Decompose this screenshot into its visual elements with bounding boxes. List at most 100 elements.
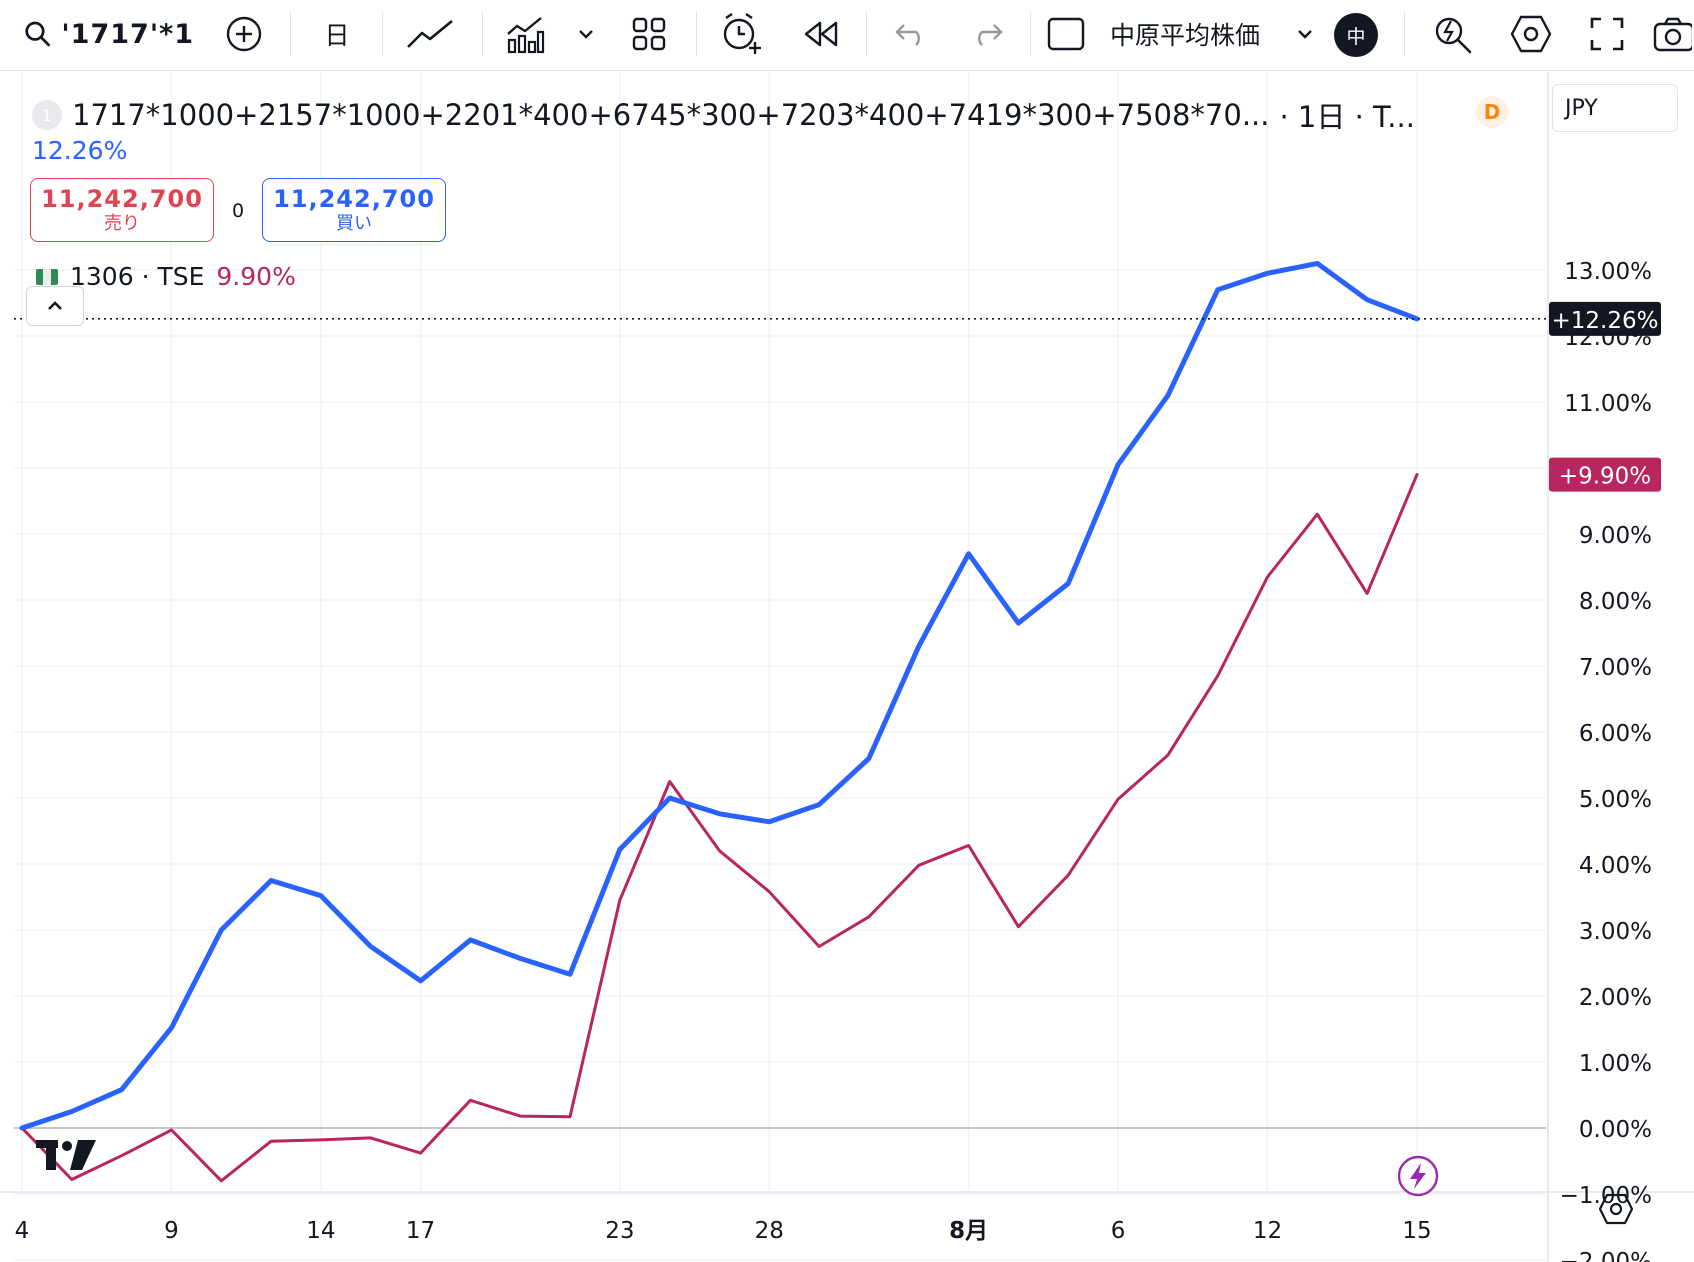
- compare-symbol: 1306 · TSE: [70, 262, 205, 291]
- screenshot-button[interactable]: [1652, 8, 1694, 60]
- buy-label: 買い: [336, 213, 372, 234]
- layout-checkbox[interactable]: [1044, 8, 1088, 60]
- toolbar-divider: [1404, 12, 1405, 56]
- last-value-label: +9.90%: [1559, 464, 1651, 490]
- toolbar-divider: [290, 12, 291, 56]
- camera-icon: [1653, 17, 1692, 52]
- delayed-data-badge[interactable]: D: [1476, 96, 1508, 128]
- avatar[interactable]: 中: [1334, 13, 1378, 57]
- price-axis: 13.00%12.00%11.00%10.00%9.00%8.00%7.00%6…: [1549, 259, 1661, 1262]
- layout-name: 中原平均株価: [1110, 21, 1261, 50]
- y-tick-label: 7.00%: [1579, 655, 1652, 681]
- search-icon: [25, 21, 51, 47]
- y-tick-label: −2.00%: [1560, 1249, 1652, 1262]
- buy-price: 11,242,700: [273, 185, 435, 213]
- indicators-button[interactable]: [502, 8, 548, 60]
- x-tick-label: 14: [306, 1218, 335, 1244]
- compare-series-line: [20, 473, 1419, 1183]
- x-tick-label: 9: [164, 1218, 179, 1244]
- buy-button[interactable]: 11,242,700 買い: [262, 178, 446, 242]
- add-symbol-icon: [226, 16, 262, 52]
- fullscreen-button[interactable]: [1582, 8, 1632, 60]
- grid: [0, 72, 1694, 1262]
- last-value-label: +12.26%: [1552, 308, 1659, 334]
- indicators-dropdown[interactable]: [570, 8, 602, 60]
- toolbar-divider: [382, 12, 383, 56]
- quick-search-icon: [1435, 17, 1472, 54]
- replay-icon: [804, 21, 838, 47]
- tradingview-logo-icon: [36, 1140, 96, 1170]
- alert-button[interactable]: [716, 8, 766, 60]
- chart-area[interactable]: 13.00%12.00%11.00%10.00%9.00%8.00%7.00%6…: [0, 72, 1694, 1262]
- settings-hex-icon: [1510, 15, 1552, 53]
- line-style-icon: [407, 19, 453, 48]
- interval-button[interactable]: 日: [312, 8, 362, 60]
- x-tick-label: 28: [755, 1218, 784, 1244]
- chart-type-button[interactable]: [404, 8, 456, 60]
- redo-button[interactable]: [964, 8, 1010, 60]
- time-axis: 4 9 14 17 23 28 8月 6 12 15: [15, 1218, 1432, 1244]
- sell-button[interactable]: 11,242,700 売り: [30, 178, 214, 242]
- toolbar-divider: [696, 12, 697, 56]
- symbol-search-button[interactable]: '1717'*1: [24, 8, 194, 60]
- y-tick-label: 9.00%: [1579, 523, 1652, 549]
- series-lines: [14, 260, 1546, 1183]
- toolbar-divider: [866, 12, 867, 56]
- flash-icon[interactable]: [1396, 1154, 1440, 1198]
- replay-button[interactable]: [796, 8, 846, 60]
- toolbar-divider: [1030, 12, 1031, 56]
- y-tick-label: 0.00%: [1579, 1117, 1652, 1143]
- x-tick-label: 6: [1111, 1218, 1126, 1244]
- y-tick-label: 13.00%: [1564, 259, 1652, 285]
- y-tick-label: 3.00%: [1579, 919, 1652, 945]
- main-series-value: 12.26%: [32, 136, 128, 165]
- toolbar-divider: [482, 12, 483, 56]
- main-series-line: [19, 260, 1420, 1131]
- layout-dropdown[interactable]: [1290, 8, 1320, 60]
- symbol-text: '1717'*1: [61, 18, 194, 50]
- indicators-icon: [507, 17, 545, 54]
- collapse-legend-button[interactable]: [26, 286, 84, 326]
- x-tick-label: 17: [406, 1218, 435, 1244]
- fullscreen-icon: [1590, 17, 1624, 51]
- chevron-down-icon: [579, 30, 593, 39]
- y-tick-label: 6.00%: [1579, 721, 1652, 747]
- interval-label: 日: [324, 21, 350, 50]
- y-tick-label: 2.00%: [1579, 985, 1652, 1011]
- y-tick-label: 8.00%: [1579, 589, 1652, 615]
- square-icon: [1047, 17, 1085, 51]
- currency-button[interactable]: JPY: [1552, 84, 1678, 132]
- series-index-badge: 1: [32, 100, 62, 130]
- settings-button[interactable]: [1506, 8, 1556, 60]
- layout-name-button[interactable]: 中原平均株価: [1110, 8, 1270, 60]
- chevron-up-icon: [48, 301, 62, 310]
- layouts-grid-icon: [632, 17, 666, 51]
- main-series-suffix: · 1日 · T...: [1279, 100, 1415, 134]
- main-series-title: 1717*1000+2157*1000+2201*400+6745*300+72…: [72, 98, 1270, 132]
- quick-search-button[interactable]: [1428, 8, 1478, 60]
- add-symbol-button[interactable]: [220, 8, 268, 60]
- undo-button[interactable]: [888, 8, 934, 60]
- x-tick-label: 12: [1253, 1218, 1282, 1244]
- top-toolbar: '1717'*1 日 中原平均株価 中: [0, 0, 1694, 71]
- spread-value: 0: [232, 200, 245, 222]
- y-tick-label: 4.00%: [1579, 853, 1652, 879]
- x-tick-label: 23: [605, 1218, 634, 1244]
- compare-value: 9.90%: [216, 262, 296, 291]
- sell-label: 売り: [104, 213, 140, 234]
- y-tick-label: 5.00%: [1579, 787, 1652, 813]
- x-tick-label: 4: [15, 1218, 30, 1244]
- y-tick-label: 1.00%: [1579, 1051, 1652, 1077]
- axis-settings-icon[interactable]: [1598, 1192, 1634, 1226]
- x-tick-label: 15: [1402, 1218, 1431, 1244]
- flag-icon: [36, 268, 58, 285]
- x-tick-label: 8月: [949, 1218, 988, 1244]
- undo-icon: [895, 24, 920, 46]
- y-tick-label: 11.00%: [1564, 391, 1652, 417]
- alert-clock-icon: [723, 13, 761, 54]
- chart-canvas[interactable]: 13.00%12.00%11.00%10.00%9.00%8.00%7.00%6…: [0, 72, 1694, 1262]
- chevron-down-icon: [1298, 30, 1312, 39]
- layouts-button[interactable]: [626, 8, 672, 60]
- main-series-legend[interactable]: 1 1717*1000+2157*1000+2201*400+6745*300+…: [32, 94, 1415, 136]
- sell-price: 11,242,700: [41, 185, 203, 213]
